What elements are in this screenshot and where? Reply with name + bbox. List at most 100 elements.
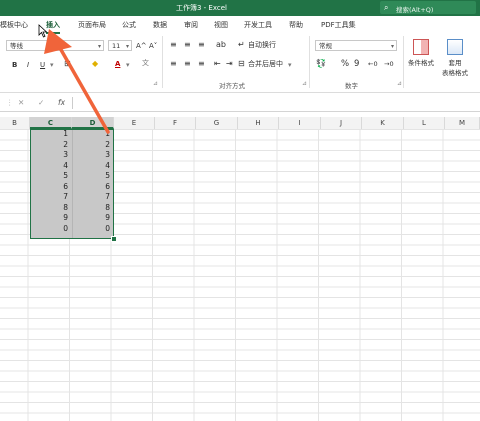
column-header-b[interactable]: B [0,117,30,129]
mouse-cursor-icon [38,24,48,38]
increase-decimal-icon[interactable]: ←0 [368,59,378,69]
number-dialog-launcher-icon[interactable]: ⊿ [397,80,402,87]
font-name-combo[interactable]: 等线 ▾ [6,40,104,51]
shrink-font-button[interactable]: A˅ [149,41,157,51]
title-bar: 工作簿3 - Excel ⌕ 搜索(Alt+Q) [0,0,480,16]
cell-d1[interactable]: 1 [72,129,112,140]
column-header-m[interactable]: M [445,117,480,129]
ribbon: 等线 ▾ 11 ▾ A^ A˅ B I U ▾ ⊞ ◆ A ▾ 文 ⊿ ≡ ≡ … [0,34,480,93]
cell-d8[interactable]: 8 [72,203,112,214]
column-header-h[interactable]: H [238,117,279,129]
tab-view[interactable]: 视图 [214,20,228,30]
formula-input[interactable] [76,96,476,110]
column-header-j[interactable]: J [321,117,362,129]
cell-c1[interactable]: 1 [30,129,70,140]
align-right-icon[interactable]: ≡ [198,59,205,69]
underline-button[interactable]: U [40,60,45,70]
align-center-icon[interactable]: ≡ [184,59,191,69]
bold-button[interactable]: B [12,60,17,70]
cell-c3[interactable]: 3 [30,150,70,161]
grow-font-button[interactable]: A^ [136,41,147,51]
currency-icon[interactable]: 💱 [316,59,326,69]
search-icon: ⌕ [384,3,389,12]
cell-d3[interactable]: 3 [72,150,112,161]
search-box[interactable]: ⌕ 搜索(Alt+Q) [380,1,476,14]
conditional-format-icon [413,39,429,55]
borders-icon[interactable]: ⊞ [64,59,71,69]
cell-c2[interactable]: 2 [30,140,70,151]
enter-icon[interactable]: ✓ [38,98,44,107]
chevron-down-icon[interactable]: ▾ [126,60,130,70]
cell-d2[interactable]: 2 [72,140,112,151]
cell-c6[interactable]: 6 [30,182,70,193]
comma-style-button[interactable]: 9 [354,59,359,69]
font-dialog-launcher-icon[interactable]: ⊿ [153,80,158,87]
tab-review[interactable]: 审阅 [184,20,198,30]
align-bottom-icon[interactable]: ≡ [198,40,205,50]
cell-d9[interactable]: 9 [72,213,112,224]
decrease-indent-icon[interactable]: ⇤ [214,59,221,69]
align-middle-icon[interactable]: ≡ [184,40,191,50]
column-header-c[interactable]: C [30,117,72,129]
chevron-down-icon[interactable]: ▾ [288,60,292,70]
align-left-icon[interactable]: ≡ [170,59,177,69]
formula-bar-separator [72,97,73,109]
cell-c7[interactable]: 7 [30,192,70,203]
column-header-l[interactable]: L [404,117,445,129]
fill-handle[interactable] [111,236,117,242]
cell-d6[interactable]: 6 [72,182,112,193]
orientation-icon[interactable]: ab [216,40,226,50]
cell-c8[interactable]: 8 [30,203,70,214]
chevron-down-icon: ▾ [125,43,129,50]
tab-formulas[interactable]: 公式 [122,20,136,30]
format-as-table-button[interactable]: 套用 表格格式 [438,39,472,77]
tab-developer[interactable]: 开发工具 [244,20,272,30]
number-format-combo[interactable]: 常规 ▾ [315,40,397,51]
phonetic-icon[interactable]: 文 [142,58,149,68]
cell-c9[interactable]: 9 [30,213,70,224]
merge-center-button[interactable]: 合并后居中 [248,59,283,69]
insert-function-icon[interactable]: fx [58,98,65,107]
tab-pdf-tools[interactable]: PDF工具集 [321,20,356,30]
tab-help[interactable]: 帮助 [289,20,303,30]
decrease-decimal-icon[interactable]: →0 [384,59,394,69]
cell-c10[interactable]: 0 [30,224,70,235]
alignment-group-label: 对齐方式 [219,82,245,90]
cell-d7[interactable]: 7 [72,192,112,203]
italic-button[interactable]: I [27,60,29,70]
tab-page-layout[interactable]: 页面布局 [78,20,106,30]
column-header-e[interactable]: E [114,117,155,129]
column-header-i[interactable]: I [279,117,321,129]
cell-d4[interactable]: 4 [72,161,112,172]
tab-data[interactable]: 数据 [153,20,167,30]
chevron-down-icon[interactable]: ▾ [50,60,54,70]
cell-c4[interactable]: 4 [30,161,70,172]
column-header-k[interactable]: K [362,117,404,129]
alignment-dialog-launcher-icon[interactable]: ⊿ [302,80,307,87]
tab-template-center[interactable]: 模板中心 [0,20,28,30]
increase-indent-icon[interactable]: ⇥ [226,59,233,69]
cell-c5[interactable]: 5 [30,171,70,182]
column-header-f[interactable]: F [155,117,196,129]
cell-d5[interactable]: 5 [72,171,112,182]
wrap-text-button[interactable]: 自动换行 [248,40,276,50]
name-box-resize-icon[interactable]: ⋮ [6,98,14,107]
align-top-icon[interactable]: ≡ [170,40,177,50]
font-color-button[interactable]: A [115,59,120,69]
conditional-format-button[interactable]: 条件格式 [406,39,436,67]
column-header-g[interactable]: G [196,117,238,129]
fill-color-icon[interactable]: ◆ [92,59,98,69]
wrap-text-icon: ↵ [238,40,245,49]
percent-button[interactable]: % [341,59,349,69]
ribbon-separator [162,36,163,88]
number-group-label: 数字 [345,82,358,90]
font-size-combo[interactable]: 11 ▾ [108,40,132,51]
cancel-icon[interactable]: ✕ [18,98,24,107]
tab-insert[interactable]: 插入 [46,20,60,34]
format-as-table-label-2: 表格格式 [442,69,468,77]
column-header-d[interactable]: D [72,117,114,129]
search-placeholder: 搜索(Alt+Q) [396,6,434,14]
format-as-table-label-1: 套用 [448,59,462,67]
number-format-value: 常规 [319,42,332,50]
cell-d10[interactable]: 0 [72,224,112,235]
